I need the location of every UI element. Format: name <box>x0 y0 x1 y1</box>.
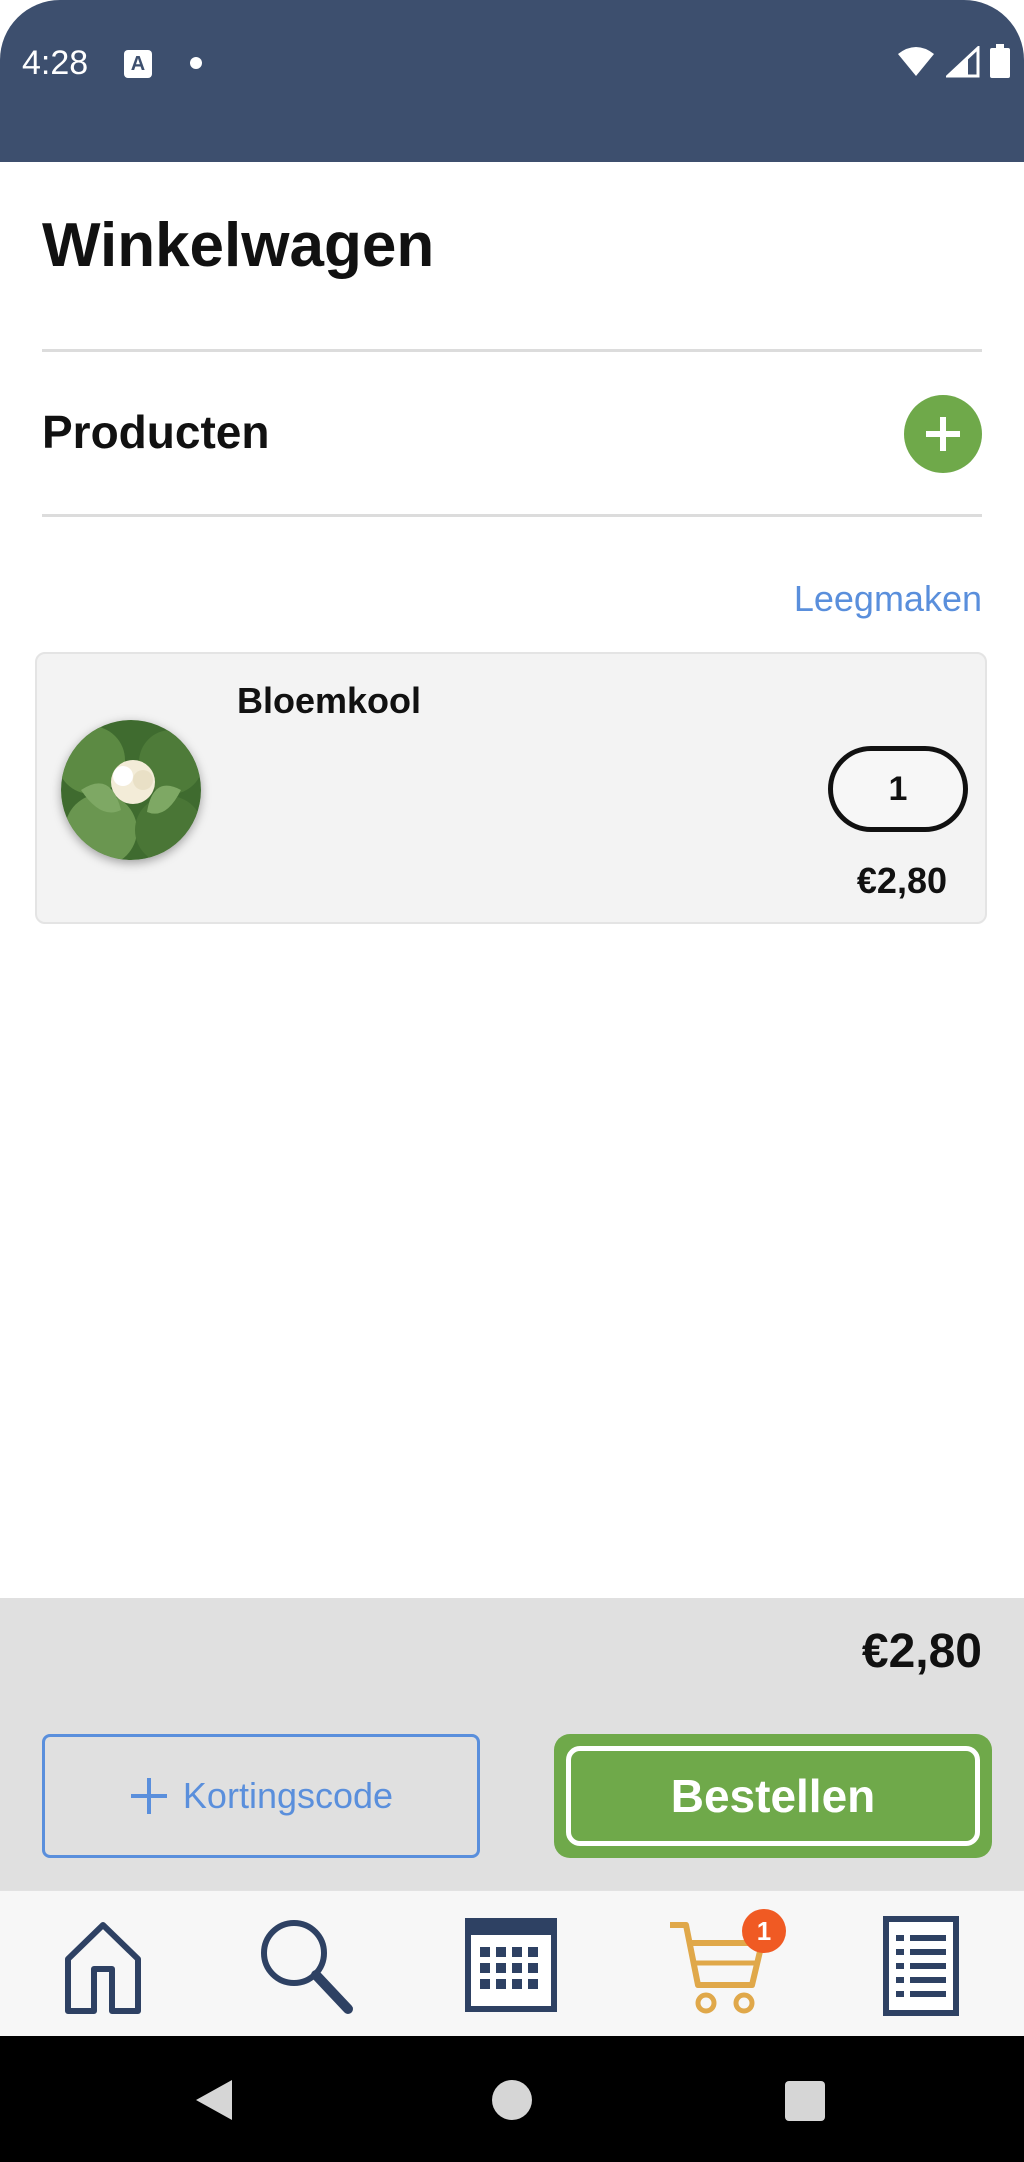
nav-calendar[interactable] <box>456 1911 566 2021</box>
status-icons <box>896 44 1010 78</box>
back-icon[interactable] <box>192 2078 236 2122</box>
nav-search[interactable] <box>250 1911 360 2021</box>
bottom-navigation: 1 <box>0 1890 1024 2037</box>
product-price: €2,80 <box>856 860 947 901</box>
system-navigation-bar <box>0 2036 1024 2162</box>
divider <box>42 349 982 352</box>
clear-cart-link[interactable]: Leegmaken <box>794 578 982 620</box>
plus-icon <box>926 417 960 451</box>
order-button-label: Bestellen <box>670 1770 876 1822</box>
nav-home[interactable] <box>48 1911 158 2021</box>
status-bar: 4:28 A <box>0 0 1024 162</box>
recents-icon[interactable] <box>784 2080 826 2122</box>
cart-item[interactable]: Bloemkool 1 €2,80 <box>35 652 987 924</box>
search-icon <box>261 1920 353 2014</box>
checkout-panel: €2,80 Kortingscode Bestellen <box>0 1598 1024 1890</box>
quantity-field[interactable]: 1 <box>828 746 968 832</box>
wifi-icon <box>898 47 934 76</box>
page-title: Winkelwagen <box>42 211 435 280</box>
home-circle-icon[interactable] <box>490 2078 534 2122</box>
battery-icon <box>990 44 1010 78</box>
divider <box>42 514 982 517</box>
cart-total: €2,80 <box>861 1625 982 1678</box>
home-icon <box>65 1922 141 2014</box>
plus-icon <box>130 1778 167 1814</box>
order-button[interactable]: Bestellen <box>554 1734 992 1858</box>
add-product-button[interactable] <box>904 395 982 473</box>
notification-dot-icon <box>190 57 202 69</box>
status-time: 4:28 <box>22 44 89 82</box>
calendar-icon <box>465 1918 557 2012</box>
notification-a-icon: A <box>124 50 152 78</box>
discount-code-button[interactable]: Kortingscode <box>42 1734 480 1858</box>
nav-orders[interactable] <box>866 1911 976 2021</box>
discount-code-label: Kortingscode <box>182 1775 394 1816</box>
cart-count-badge: 1 <box>742 1909 786 1953</box>
signal-icon <box>946 46 980 78</box>
product-image <box>61 720 201 860</box>
list-icon <box>883 1916 959 2016</box>
section-title: Producten <box>42 406 270 458</box>
product-name: Bloemkool <box>237 680 422 721</box>
